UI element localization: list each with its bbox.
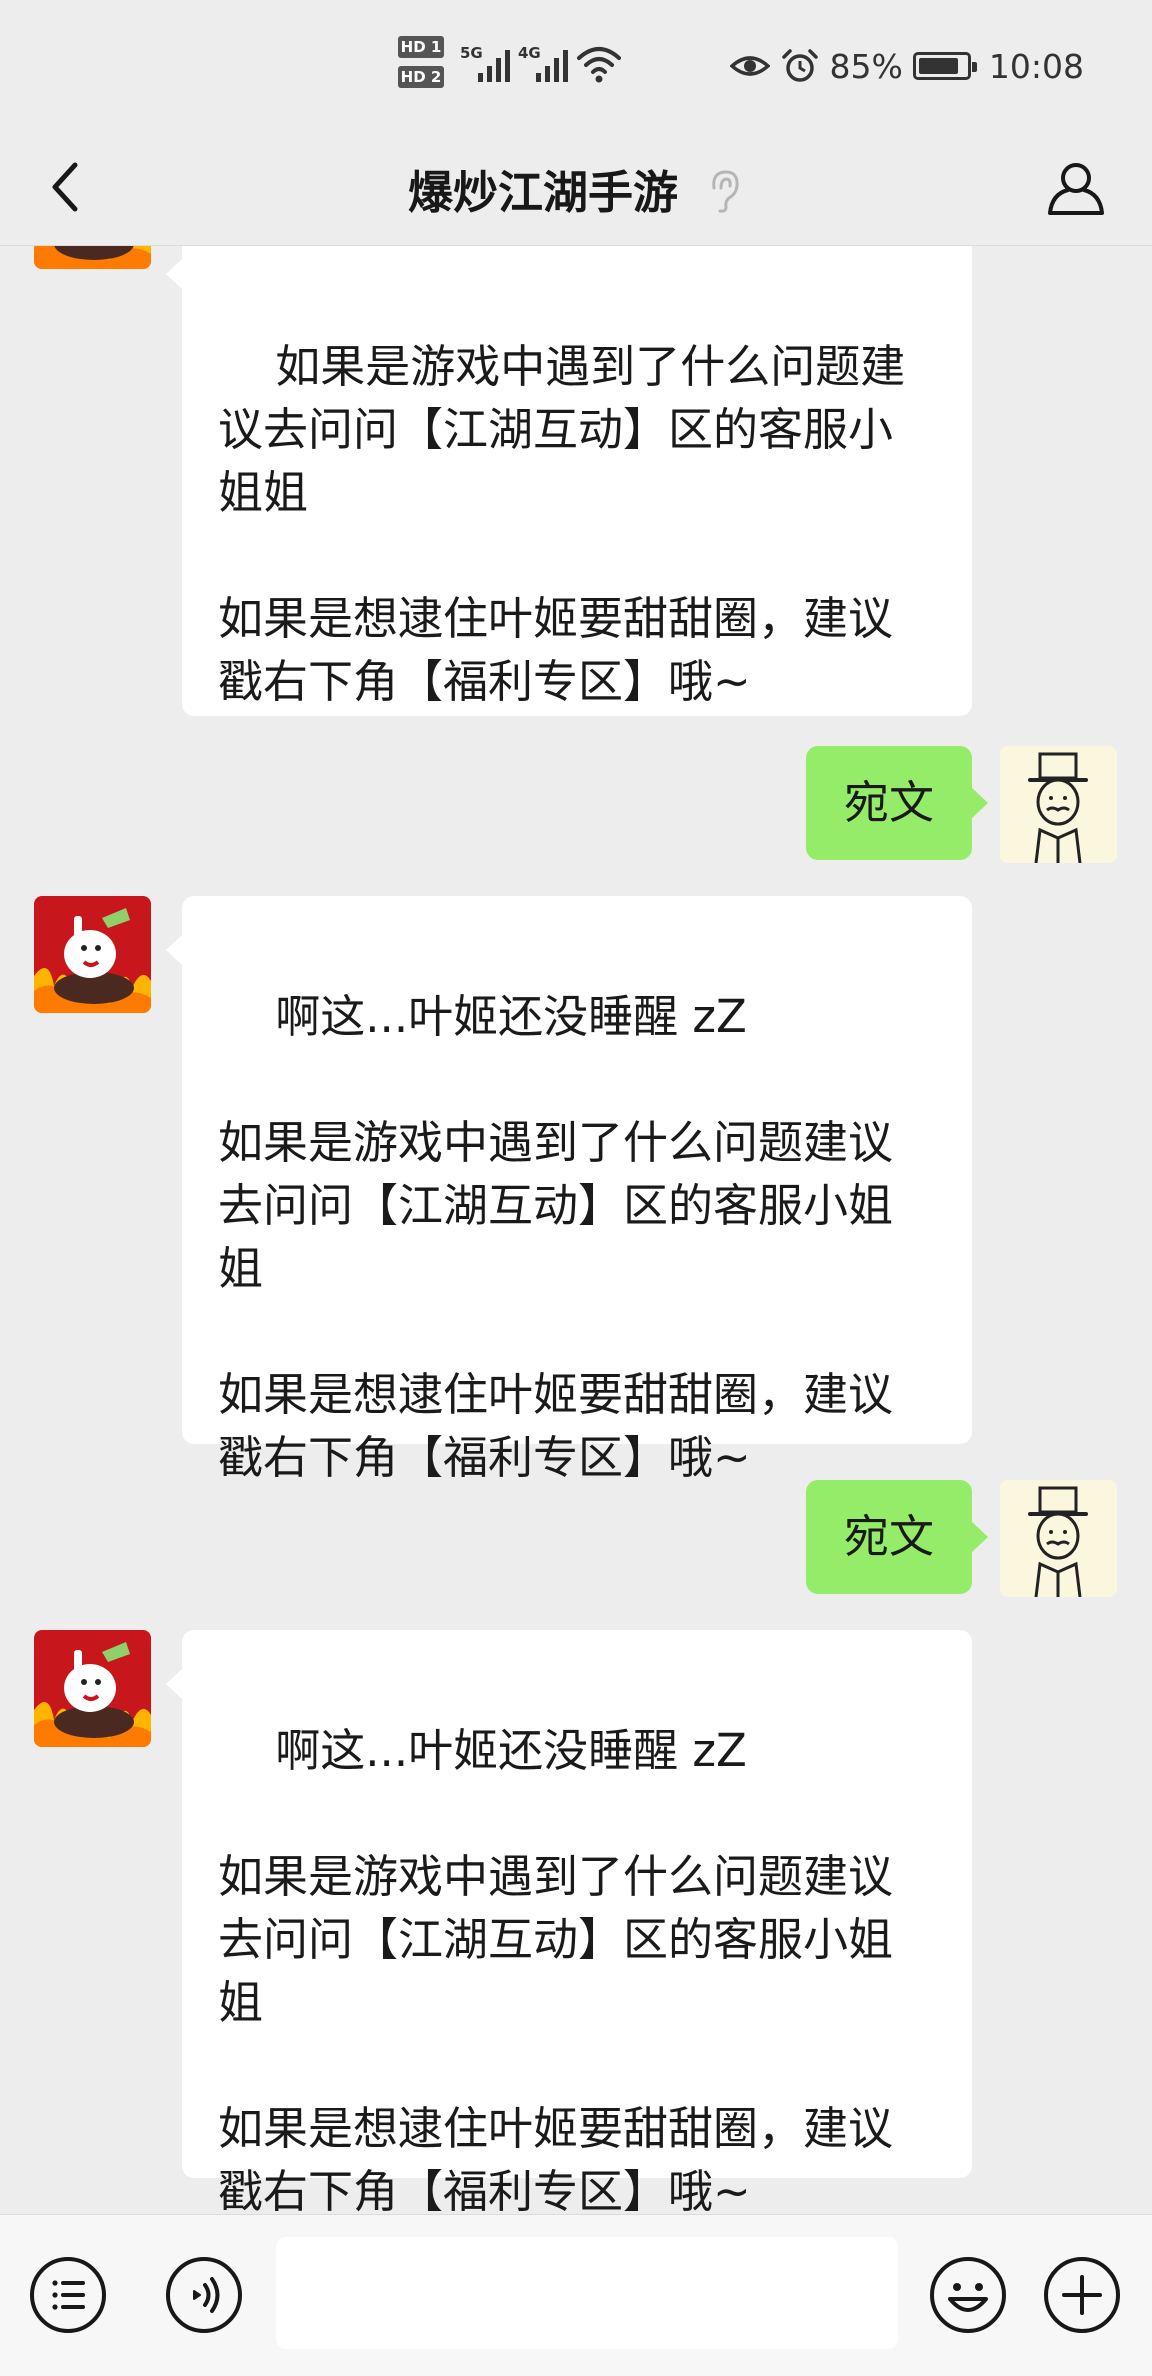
gentleman-avatar-icon [1000, 1480, 1117, 1597]
status-bar: HD 1 HD 2 5G 4G 85% 10:08 [0, 0, 1152, 130]
message-text: 宛文 [843, 776, 934, 829]
message-bubble-incoming[interactable]: 啊这...叶姬还没睡醒 zZ 如果是游戏中遇到了什么问题建议去问问【江湖互动】区… [166, 896, 972, 1484]
menu-button[interactable] [26, 2253, 110, 2337]
battery-icon [912, 52, 977, 80]
emoji-icon [930, 2257, 1006, 2333]
official-avatar[interactable] [34, 896, 151, 1013]
more-button[interactable] [1040, 2253, 1124, 2337]
title-bar: 爆炒江湖手游 [0, 130, 1152, 246]
page-title: 爆炒江湖手游 [407, 165, 678, 219]
wifi-icon [577, 47, 621, 83]
message-input[interactable] [276, 2237, 898, 2349]
battery-percent: 85% [829, 46, 903, 86]
gentleman-avatar-icon [1000, 746, 1117, 863]
message-text: 啊这...叶姬还没睡醒 zZ 如果是游戏中遇到了什么问题建议去问问【江湖互动】区… [218, 1724, 894, 2214]
message-bubble-incoming[interactable]: 如果是游戏中遇到了什么问题建议去问问【江湖互动】区的客服小姐姐 如果是想逮住叶姬… [166, 246, 972, 716]
message-bubble-outgoing[interactable]: 宛文 [805, 1480, 989, 1594]
voice-icon [166, 2257, 242, 2333]
input-bar [0, 2214, 1152, 2376]
game-logo-icon [34, 1630, 151, 1747]
signal-bars-icon [536, 48, 574, 82]
eye-icon [729, 56, 770, 76]
ear-icon [712, 170, 739, 213]
message-text: 宛文 [843, 1510, 934, 1563]
message-text: 啊这...叶姬还没睡醒 zZ 如果是游戏中遇到了什么问题建议去问问【江湖互动】区… [218, 990, 894, 1484]
menu-list-icon [30, 2257, 106, 2333]
signal-4g: 4G [518, 44, 574, 84]
sim2-label: HD 2 [398, 66, 444, 88]
official-avatar[interactable] [34, 246, 151, 269]
my-avatar[interactable] [1000, 1480, 1117, 1597]
message-bubble-outgoing[interactable]: 宛文 [805, 746, 989, 860]
sim1-label: HD 1 [398, 36, 444, 58]
message-bubble-incoming[interactable]: 啊这...叶姬还没睡醒 zZ 如果是游戏中遇到了什么问题建议去问问【江湖互动】区… [166, 1630, 972, 2214]
official-avatar[interactable] [34, 1630, 151, 1747]
chat-area[interactable]: 如果是游戏中遇到了什么问题建议去问问【江湖互动】区的客服小姐姐 如果是想逮住叶姬… [0, 246, 1152, 2214]
profile-button[interactable] [1036, 148, 1116, 228]
alarm-icon [781, 49, 818, 82]
plus-icon [1044, 2257, 1120, 2333]
signal-5g: 5G [460, 44, 516, 84]
game-logo-icon [34, 246, 151, 269]
game-logo-icon [34, 896, 151, 1013]
clock: 10:08 [988, 46, 1084, 86]
signal-bars-icon [478, 48, 516, 82]
person-icon [1048, 163, 1104, 215]
voice-button[interactable] [162, 2253, 246, 2337]
my-avatar[interactable] [1000, 746, 1117, 863]
sim-indicators: HD 1 HD 2 [398, 36, 448, 96]
message-text: 如果是游戏中遇到了什么问题建议去问问【江湖互动】区的客服小姐姐 如果是想逮住叶姬… [218, 340, 906, 708]
emoji-button[interactable] [926, 2253, 1010, 2337]
